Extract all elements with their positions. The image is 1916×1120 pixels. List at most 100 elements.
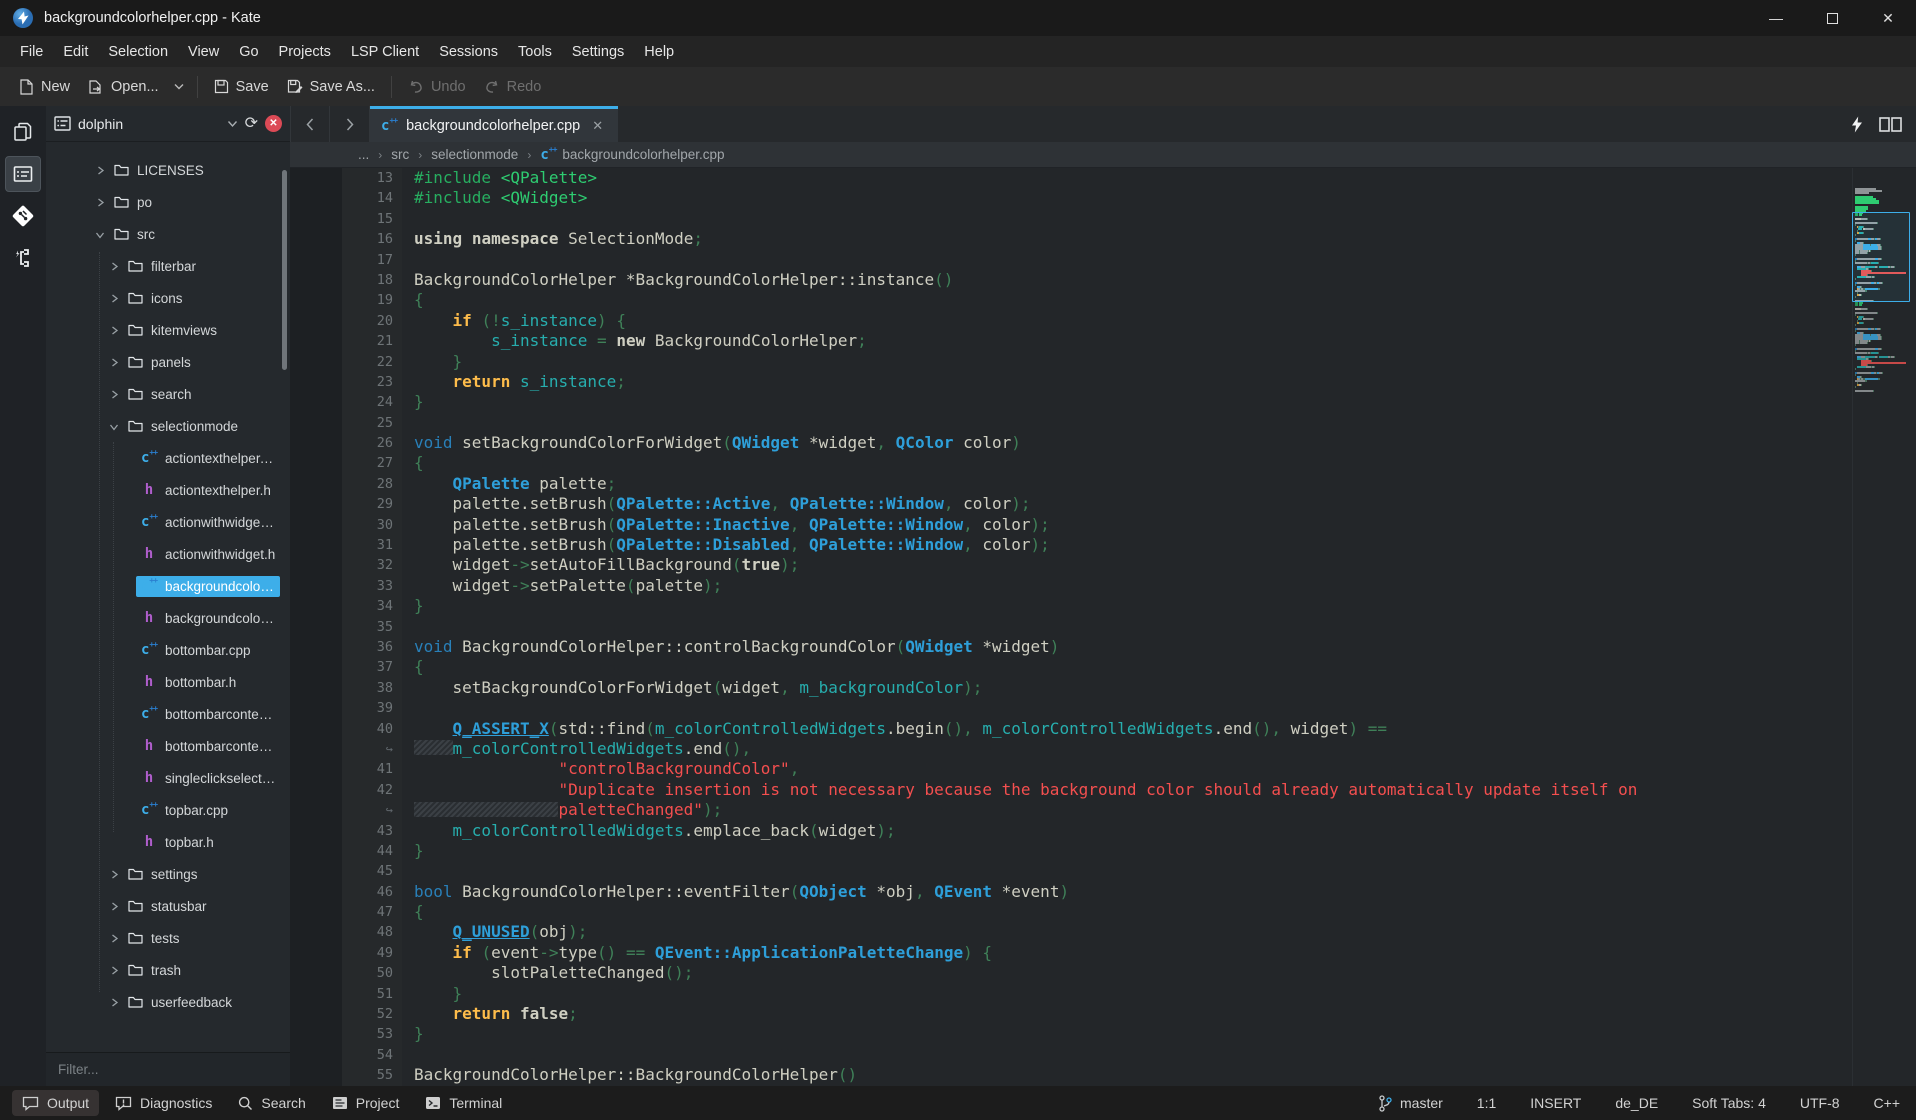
chevron-collapsed-icon[interactable] <box>106 390 122 399</box>
panel-button-search[interactable]: Search <box>228 1090 315 1116</box>
git-branch-indicator[interactable]: master <box>1378 1095 1443 1112</box>
code-line-45[interactable]: 45 <box>290 861 1916 881</box>
tree-item-panels[interactable]: panels <box>46 346 290 378</box>
minimize-button[interactable]: — <box>1748 0 1804 36</box>
tree-item-icons[interactable]: icons <box>46 282 290 314</box>
code-line-13[interactable]: 13#include <QPalette> <box>290 168 1916 188</box>
chevron-collapsed-icon[interactable] <box>106 294 122 303</box>
close-button[interactable]: ✕ <box>1860 0 1916 36</box>
code-line-21[interactable]: 21 s_instance = new BackgroundColorHelpe… <box>290 331 1916 351</box>
code-line-30[interactable]: 30 palette.setBrush(QPalette::Inactive, … <box>290 515 1916 535</box>
menu-lsp-client[interactable]: LSP Client <box>341 36 429 67</box>
menu-edit[interactable]: Edit <box>53 36 98 67</box>
code-area[interactable]: 13#include <QPalette>14#include <QWidget… <box>290 168 1916 1086</box>
code-line-44[interactable]: 44} <box>290 841 1916 861</box>
tree-item-po[interactable]: po <box>46 186 290 218</box>
breadcrumb-item-...[interactable]: ... <box>358 147 369 162</box>
sidebar-git-button[interactable] <box>5 198 41 234</box>
maximize-button[interactable] <box>1804 0 1860 36</box>
chevron-collapsed-icon[interactable] <box>106 326 122 335</box>
open-dropdown-button[interactable] <box>168 77 190 96</box>
chevron-expanded-icon[interactable] <box>96 226 105 242</box>
tree-item-kitemviews[interactable]: kitemviews <box>46 314 290 346</box>
tree-item-bottombarcontentscontainer.h[interactable]: hbottombarcontentscontainer.h <box>46 730 290 762</box>
code-line-34[interactable]: 34} <box>290 596 1916 616</box>
panel-button-terminal[interactable]: Terminal <box>415 1090 512 1116</box>
code-line-38[interactable]: 38 setBackgroundColorForWidget(widget, m… <box>290 678 1916 698</box>
redo-button[interactable]: Redo <box>475 73 551 101</box>
code-line-28[interactable]: 28 QPalette palette; <box>290 474 1916 494</box>
breadcrumb-item-backgroundcolorhelper.cpp[interactable]: c++backgroundcolorhelper.cpp <box>540 147 724 162</box>
code-line-41[interactable]: 41 "controlBackgroundColor", <box>290 759 1916 779</box>
refresh-project-button[interactable]: ⟳ <box>245 116 258 132</box>
code-line-27[interactable]: 27{ <box>290 453 1916 473</box>
code-line-40[interactable]: 40 Q_ASSERT_X(std::find(m_colorControlle… <box>290 719 1916 739</box>
tree-item-backgroundcolorhelper.h[interactable]: hbackgroundcolorhelper.h <box>46 602 290 634</box>
tab-close-icon[interactable]: ✕ <box>589 116 606 136</box>
code-line-19[interactable]: 19{ <box>290 290 1916 310</box>
code-line-20[interactable]: 20 if (!s_instance) { <box>290 311 1916 331</box>
panel-button-project[interactable]: Project <box>322 1090 410 1116</box>
code-line-36[interactable]: 36void BackgroundColorHelper::controlBac… <box>290 637 1916 657</box>
new-button[interactable]: New <box>10 73 79 101</box>
sidebar-documents-button[interactable] <box>5 114 41 150</box>
chevron-collapsed-icon[interactable] <box>106 262 122 271</box>
close-project-button[interactable]: ✕ <box>265 115 282 132</box>
tree-item-bottombar.cpp[interactable]: c++bottombar.cpp <box>46 634 290 666</box>
menu-file[interactable]: File <box>10 36 53 67</box>
chevron-collapsed-icon[interactable] <box>106 902 122 911</box>
project-combobox-chevron-icon[interactable] <box>227 120 238 128</box>
tabs-mode[interactable]: Soft Tabs: 4 <box>1692 1095 1766 1111</box>
tree-item-singleclickselectionproxymodel.h[interactable]: hsingleclickselectionproxymodel.h <box>46 762 290 794</box>
lightning-icon[interactable] <box>1851 116 1863 133</box>
code-line-39[interactable]: 39 <box>290 698 1916 718</box>
breadcrumb-item-selectionmode[interactable]: selectionmode <box>431 147 518 162</box>
chevron-expanded-icon[interactable] <box>110 418 119 434</box>
code-line-16[interactable]: 16using namespace SelectionMode; <box>290 229 1916 249</box>
cursor-position[interactable]: 1:1 <box>1477 1095 1496 1111</box>
minimap[interactable] <box>1852 168 1916 1086</box>
code-line-37[interactable]: 37{ <box>290 657 1916 677</box>
chevron-collapsed-icon[interactable] <box>106 358 122 367</box>
code-line-15[interactable]: 15 <box>290 209 1916 229</box>
tree-item-settings[interactable]: settings <box>46 858 290 890</box>
tree-scrollbar[interactable] <box>282 170 287 370</box>
code-line-23[interactable]: 23 return s_instance; <box>290 372 1916 392</box>
chevron-collapsed-icon[interactable] <box>106 870 122 879</box>
code-line-22[interactable]: 22 } <box>290 352 1916 372</box>
undo-button[interactable]: Undo <box>399 73 475 101</box>
code-line-52[interactable]: 52 return false; <box>290 1004 1916 1024</box>
panel-button-diagnostics[interactable]: Diagnostics <box>105 1090 222 1116</box>
code-line-54[interactable]: 54 <box>290 1045 1916 1065</box>
menu-projects[interactable]: Projects <box>269 36 341 67</box>
menu-view[interactable]: View <box>178 36 229 67</box>
code-line-33[interactable]: 33 widget->setPalette(palette); <box>290 576 1916 596</box>
code-line-42[interactable]: 42 "Duplicate insertion is not necessary… <box>290 780 1916 800</box>
menu-selection[interactable]: Selection <box>98 36 178 67</box>
code-line-wrap[interactable]: ↪paletteChanged"); <box>290 800 1916 820</box>
tree-item-actiontexthelper.cpp[interactable]: c++actiontexthelper.cpp <box>46 442 290 474</box>
chevron-collapsed-icon[interactable] <box>92 166 108 175</box>
chevron-collapsed-icon[interactable] <box>106 998 122 1007</box>
dictionary[interactable]: de_DE <box>1615 1095 1658 1111</box>
code-line-35[interactable]: 35 <box>290 617 1916 637</box>
code-line-32[interactable]: 32 widget->setAutoFillBackground(true); <box>290 555 1916 575</box>
code-line-14[interactable]: 14#include <QWidget> <box>290 188 1916 208</box>
chevron-collapsed-icon[interactable] <box>106 934 122 943</box>
code-line-24[interactable]: 24} <box>290 392 1916 412</box>
project-name[interactable]: dolphin <box>78 116 123 132</box>
breadcrumb-item-src[interactable]: src <box>391 147 409 162</box>
code-line-18[interactable]: 18BackgroundColorHelper *BackgroundColor… <box>290 270 1916 290</box>
highlight-language[interactable]: C++ <box>1874 1095 1900 1111</box>
tree-item-trash[interactable]: trash <box>46 954 290 986</box>
minimap-viewport[interactable] <box>1852 212 1910 302</box>
tree-item-bottombar.h[interactable]: hbottombar.h <box>46 666 290 698</box>
code-line-50[interactable]: 50 slotPaletteChanged(); <box>290 963 1916 983</box>
tree-item-backgroundcolorhelper.cpp[interactable]: c++backgroundcolorhelper.cpp <box>46 570 290 602</box>
code-line-29[interactable]: 29 palette.setBrush(QPalette::Active, QP… <box>290 494 1916 514</box>
filter-input[interactable] <box>46 1053 290 1086</box>
code-line-46[interactable]: 46bool BackgroundColorHelper::eventFilte… <box>290 882 1916 902</box>
tree-item-LICENSES[interactable]: LICENSES <box>46 154 290 186</box>
tree-item-actionwithwidget.cpp[interactable]: c++actionwithwidget.cpp <box>46 506 290 538</box>
save-button[interactable]: Save <box>205 73 278 101</box>
